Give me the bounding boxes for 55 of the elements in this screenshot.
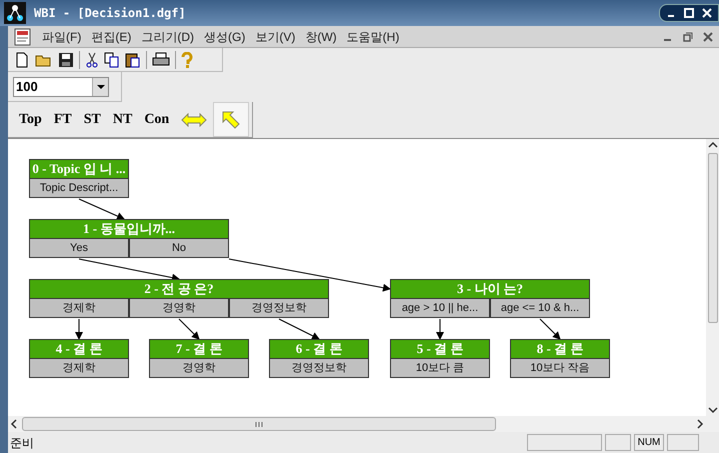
horizontal-scrollbar[interactable]: [8, 416, 719, 432]
app-icon: [4, 2, 26, 24]
status-panel: [667, 434, 699, 451]
connector-arrow: [75, 318, 83, 340]
connector-arrow: [278, 318, 320, 340]
document-icon[interactable]: [14, 28, 32, 46]
node-cell[interactable]: 10보다 작음: [510, 359, 610, 378]
node-cell[interactable]: 경영학: [149, 359, 249, 378]
connector-arrow: [540, 318, 561, 340]
node-cell[interactable]: 경제학: [29, 299, 129, 318]
scroll-thumb[interactable]: [22, 417, 496, 431]
scroll-thumb[interactable]: [708, 153, 718, 323]
double-arrow-icon: [181, 112, 208, 126]
tool-button[interactable]: Con: [138, 102, 176, 137]
node-cell[interactable]: Yes: [29, 239, 129, 258]
menu-item[interactable]: 생성(G): [204, 28, 246, 46]
menu-item[interactable]: 편집(E): [91, 28, 132, 46]
connector-arrow: [78, 198, 125, 220]
clipboard-icon[interactable]: [125, 52, 141, 68]
tool-button[interactable]: FT: [48, 102, 78, 137]
menu-item[interactable]: 그리기(D): [141, 28, 194, 46]
vertical-scrollbar[interactable]: [706, 139, 719, 416]
zoom-combo[interactable]: 100: [13, 76, 109, 96]
node-cell[interactable]: 경영정보학: [229, 299, 329, 318]
node-cell[interactable]: Topic Descript...: [29, 179, 129, 198]
node-cell[interactable]: 10보다 큼: [390, 359, 490, 378]
printer-icon[interactable]: [152, 52, 170, 68]
arrow-cursor-icon: [222, 110, 240, 128]
copy-icon[interactable]: [104, 52, 120, 68]
node-cell[interactable]: 경영학: [129, 299, 229, 318]
new-file-icon[interactable]: [14, 52, 30, 68]
connector-arrow: [178, 318, 200, 340]
status-text: 준비: [9, 434, 35, 452]
node-cell[interactable]: age <= 10 & h...: [490, 299, 590, 318]
tool-button[interactable]: NT: [106, 102, 138, 137]
node-cell[interactable]: No: [129, 239, 229, 258]
node-cell[interactable]: 경제학: [29, 359, 129, 378]
maximize-icon[interactable]: [684, 8, 694, 18]
window-title: WBI - [Decision1.dgf]: [34, 5, 186, 22]
dropdown-arrow-icon: [96, 84, 104, 88]
tool-button[interactable]: ST: [78, 102, 107, 137]
menu-item[interactable]: 창(W): [305, 28, 337, 46]
pointer-button[interactable]: [213, 102, 250, 137]
status-panel: [605, 434, 631, 451]
node-cell[interactable]: 경영정보학: [269, 359, 369, 378]
tool-button[interactable]: Top: [13, 102, 48, 137]
num-indicator: NUM: [634, 434, 664, 451]
menu-item[interactable]: 파일(F): [42, 28, 82, 46]
menu-item[interactable]: 도움말(H): [346, 28, 400, 46]
menu-item[interactable]: 보기(V): [255, 28, 296, 46]
scissors-icon[interactable]: [85, 52, 99, 68]
restore-icon[interactable]: [683, 32, 693, 42]
node-cell[interactable]: age > 10 || he...: [390, 299, 490, 318]
save-icon[interactable]: [58, 52, 74, 68]
connector-arrow: [436, 318, 444, 340]
